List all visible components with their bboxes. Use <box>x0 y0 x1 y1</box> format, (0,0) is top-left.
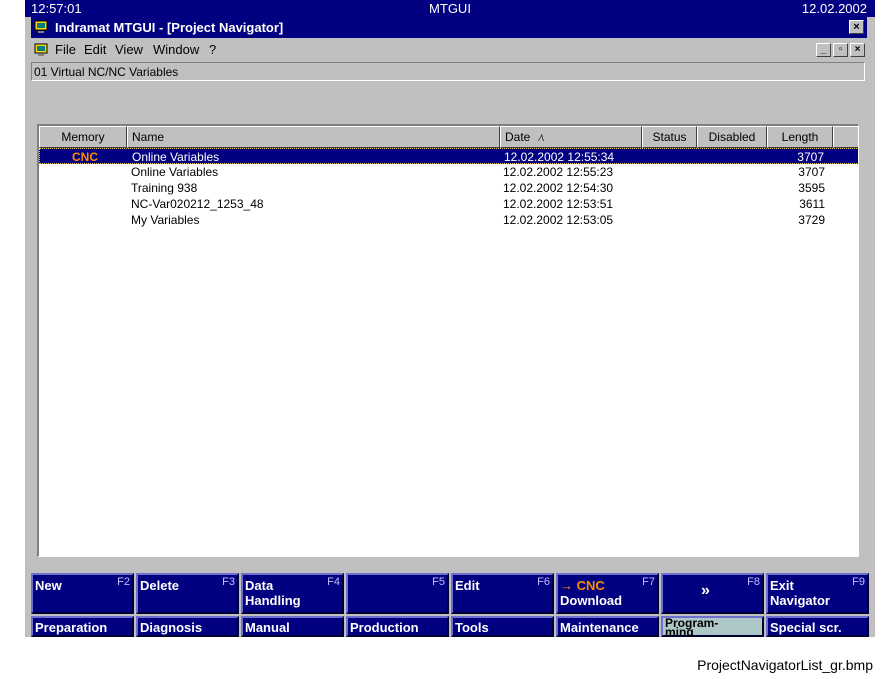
softkey-new[interactable]: New F2 <box>31 573 134 614</box>
cell-length: 3595 <box>798 181 825 195</box>
mode-preparation[interactable]: Preparation <box>31 616 134 637</box>
sort-ascending-icon: ⁄\ <box>539 133 544 143</box>
softkey-line2: Handling <box>245 593 301 608</box>
column-header-status[interactable]: Status <box>642 126 697 148</box>
softkey-number: F9 <box>852 576 865 588</box>
softkey-number: F3 <box>222 576 235 588</box>
softkey-line1: Data <box>245 578 274 593</box>
mdi-close-button[interactable]: × <box>850 43 865 57</box>
window-titlebar: Indramat MTGUI - [Project Navigator] × <box>31 17 867 38</box>
window-close-button[interactable]: × <box>849 20 864 34</box>
softkey-download[interactable]: → CNC Download F7 <box>556 573 659 614</box>
softkey-more[interactable]: » F8 <box>661 573 764 614</box>
status-topbar: 12:57:01 MTGUI 12.02.2002 <box>25 0 875 17</box>
column-header-date[interactable]: Date ⁄\ <box>500 126 642 148</box>
project-list[interactable]: Memory Name Date ⁄\ Status Disabled Leng… <box>37 124 859 557</box>
column-header-date-label: Date <box>505 130 531 144</box>
softkey-data-handling[interactable]: Data Handling F4 <box>241 573 344 614</box>
mode-production[interactable]: Production <box>346 616 449 637</box>
cell-name: Training 938 <box>131 181 198 195</box>
cell-date: 12.02.2002 12:54:30 <box>503 181 614 195</box>
cell-date: 12.02.2002 12:55:34 <box>504 150 615 164</box>
download-cnc-icon: → CNC <box>560 578 605 593</box>
softkey-label: Delete <box>140 578 180 593</box>
softkey-label: Exit Navigator <box>770 578 830 608</box>
softkey-line2: Navigator <box>770 593 830 608</box>
mdi-restore-button[interactable]: ▫ <box>833 43 848 57</box>
column-header-memory[interactable]: Memory <box>39 126 127 148</box>
column-header-filler <box>833 126 858 148</box>
softkey-delete[interactable]: Delete F3 <box>136 573 239 614</box>
table-row[interactable]: CNC Online Variables 12.02.2002 12:55:34… <box>39 148 858 164</box>
cell-length: 3729 <box>798 213 825 227</box>
softkey-label: Data Handling <box>245 578 301 608</box>
softkey-label: → CNC Download <box>560 578 622 608</box>
cell-name: Online Variables <box>131 165 219 179</box>
mode-manual[interactable]: Manual <box>241 616 344 637</box>
mdi-minimize-button[interactable]: _ <box>816 43 831 57</box>
cell-date: 12.02.2002 12:53:51 <box>503 197 614 211</box>
mode-maintenance[interactable]: Maintenance <box>556 616 659 637</box>
column-header-disabled[interactable]: Disabled <box>697 126 767 148</box>
table-row[interactable]: Online Variables 12.02.2002 12:55:23 370… <box>39 164 858 180</box>
softkey-exit-navigator[interactable]: Exit Navigator F9 <box>766 573 869 614</box>
softkey-edit[interactable]: Edit F6 <box>451 573 554 614</box>
table-row[interactable]: Training 938 12.02.2002 12:54:30 3595 <box>39 180 858 196</box>
softkey-number: F7 <box>642 576 655 588</box>
cell-memory: CNC <box>72 150 98 164</box>
app-monitor-icon <box>34 20 48 33</box>
cell-name: Online Variables <box>132 150 220 164</box>
cell-length: 3707 <box>798 165 825 179</box>
more-arrows-icon: » <box>701 582 710 599</box>
cell-date: 12.02.2002 12:53:05 <box>503 213 614 227</box>
cell-name: NC-Var020212_1253_48 <box>131 197 264 211</box>
menu-bar: File Edit View Window ? _ ▫ × <box>31 40 867 60</box>
menu-help[interactable]: ? <box>209 40 216 60</box>
cell-name: My Variables <box>131 213 200 227</box>
column-header-name[interactable]: Name <box>127 126 500 148</box>
mode-special-screens[interactable]: Special scr. <box>766 616 869 637</box>
softkey-number: F5 <box>432 576 445 588</box>
softkey-number: F8 <box>747 576 760 588</box>
softkey-f5-empty[interactable]: F5 <box>346 573 449 614</box>
window-title: Indramat MTGUI - [Project Navigator] <box>55 20 284 35</box>
menu-edit[interactable]: Edit <box>84 40 106 60</box>
system-date: 12.02.2002 <box>801 1 867 16</box>
cell-length: 3611 <box>799 197 825 211</box>
mode-programming[interactable]: Program- ming <box>661 616 764 637</box>
softkey-line2: Download <box>560 593 623 608</box>
screen-title: MTGUI <box>429 1 471 16</box>
softkey-number: F6 <box>537 576 550 588</box>
table-row[interactable]: My Variables 12.02.2002 12:53:05 3729 <box>39 212 858 228</box>
document-monitor-icon[interactable] <box>34 43 48 57</box>
menu-file[interactable]: File <box>55 40 76 60</box>
cell-length: 3707 <box>797 150 824 164</box>
softkey-number: F2 <box>117 576 130 588</box>
path-field: 01 Virtual NC/NC Variables <box>31 62 865 81</box>
figure-caption: ProjectNavigatorList_gr.bmp <box>697 657 873 673</box>
menu-window[interactable]: Window <box>153 40 199 60</box>
cell-date: 12.02.2002 12:55:23 <box>503 165 614 179</box>
softkey-line1: Exit <box>770 578 794 593</box>
softkey-number: F4 <box>327 576 340 588</box>
table-row[interactable]: NC-Var020212_1253_48 12.02.2002 12:53:51… <box>39 196 858 212</box>
column-header-length[interactable]: Length <box>767 126 833 148</box>
softkey-label: New <box>35 578 62 593</box>
softkey-label: Edit <box>455 578 480 593</box>
mode-tools[interactable]: Tools <box>451 616 554 637</box>
softkey-panel: New F2 Delete F3 Data Handling F4 F5 Edit… <box>31 573 871 637</box>
menu-view[interactable]: View <box>115 40 143 60</box>
application-screen: 12:57:01 MTGUI 12.02.2002 Indramat MTGUI… <box>25 0 875 637</box>
mode-diagnosis[interactable]: Diagnosis <box>136 616 239 637</box>
